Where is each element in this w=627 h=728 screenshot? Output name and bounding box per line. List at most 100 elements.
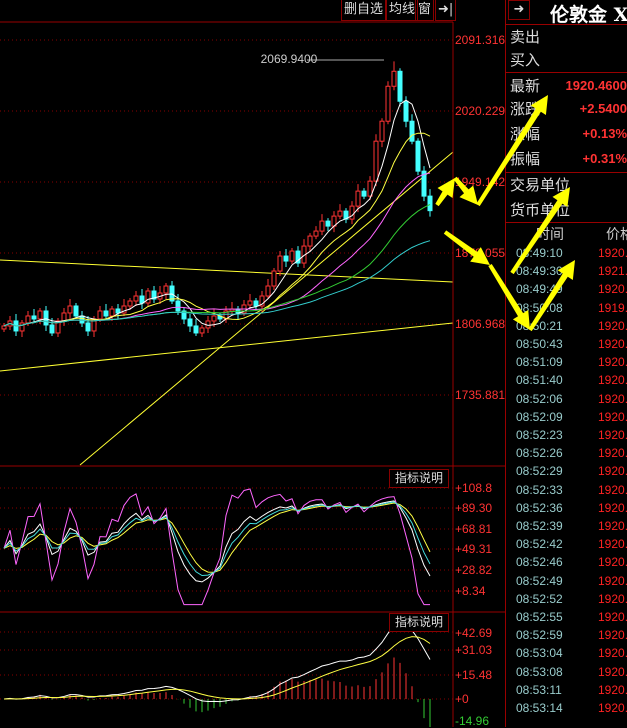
tick-price: 1920.4: [598, 282, 627, 297]
candle-up: [265, 285, 271, 297]
tick-price: 1920.4: [598, 482, 627, 497]
tick-time: 08:52:29: [516, 464, 563, 479]
candle-down: [409, 120, 415, 142]
col-price: 价格: [606, 227, 627, 243]
moving-averages: [3, 99, 431, 327]
pct-value: +0.13%: [582, 126, 627, 141]
candle-down: [139, 295, 145, 304]
remove-watchlist-button[interactable]: 删自选: [341, 0, 387, 21]
candle-down: [115, 308, 121, 314]
tick-price: 1920.5: [598, 246, 627, 260]
candle-up: [313, 230, 319, 237]
candle-down: [187, 318, 193, 327]
peak-label: 2069.9400: [261, 52, 318, 66]
candle-up: [247, 300, 253, 306]
tick-row: 08:51:09 1920.4: [516, 353, 627, 371]
macd-axis-label: +0: [455, 692, 469, 706]
ma-button[interactable]: 均线: [386, 0, 419, 21]
candle-down: [175, 300, 181, 312]
tick-time: 08:52:46: [516, 555, 563, 570]
tick-time: 08:52:23: [516, 428, 563, 442]
col-time: 时间: [536, 227, 564, 243]
tick-price: 1920.4: [598, 464, 627, 479]
tick-price: 1920.4: [598, 519, 627, 533]
tick-row: 08:52:36 1920.4: [516, 499, 627, 517]
candle-down: [361, 190, 367, 197]
candle-up: [355, 190, 361, 207]
latest-value: 1920.4600: [565, 78, 627, 93]
kdj-axis-label: +89.30: [455, 501, 493, 515]
trend-line: [0, 322, 454, 372]
candle-up: [67, 305, 73, 314]
trend-line: [0, 259, 454, 283]
tick-price: 1920.4: [598, 682, 627, 697]
kdj-axis-label: +108.8: [455, 481, 493, 495]
tick-time: 08:50:43: [516, 337, 563, 351]
tick-row: 08:52:49 1920.4: [516, 572, 627, 590]
trade-unit-label: 交易单位: [510, 176, 571, 194]
tick-row: 08:53:08 1920.4: [516, 663, 627, 681]
candle-up: [307, 235, 313, 247]
tick-row: 08:52:06 1920.3: [516, 390, 627, 408]
candle-down: [103, 310, 109, 317]
axis-label: 1949.142: [455, 175, 506, 189]
collapse-button[interactable]: ➜|: [435, 0, 457, 21]
kdj-axis-label: +8.34: [455, 584, 486, 598]
tick-time: 08:52:36: [516, 500, 563, 515]
tick-row: 08:52:59 1920.0: [516, 626, 627, 644]
candle-down: [283, 255, 289, 262]
candle-up: [1, 325, 7, 330]
collapse-panel-button[interactable]: ➜: [508, 0, 530, 20]
candle-up: [379, 120, 385, 142]
tick-price: 1920.4: [598, 701, 627, 715]
tick-price: 1920.4: [598, 664, 627, 679]
d-line: [3, 502, 431, 573]
tick-row: 08:52:26 1920.4: [516, 444, 627, 462]
candle-up: [145, 290, 151, 304]
tick-time: 08:52:39: [516, 519, 563, 533]
tick-price: 1920.4: [598, 555, 627, 570]
tick-time: 08:53:11: [516, 682, 562, 697]
tick-time: 08:53:14: [516, 701, 563, 715]
candle-up: [127, 300, 133, 307]
candle-up: [391, 70, 397, 87]
candle-down: [325, 220, 331, 227]
tick-time: 08:52:59: [516, 628, 563, 643]
candle-down: [253, 300, 259, 307]
arrow-right-bar-icon: ➜|: [438, 2, 454, 17]
tick-row: 08:52:55 1920.0: [516, 608, 627, 626]
candle-up: [37, 310, 43, 320]
tick-time: 08:49:10: [516, 246, 563, 260]
candle-down: [427, 195, 433, 212]
tick-price: 1920.4: [598, 446, 627, 461]
tick-price: 1920.0: [598, 646, 627, 661]
kdj-axis-label: +28.82: [455, 563, 493, 577]
candle-down: [397, 70, 403, 102]
candle-up: [271, 270, 277, 287]
window-button[interactable]: 窗: [415, 0, 435, 21]
tick-price: 1920.4: [598, 409, 627, 424]
tick-price: 1920.3: [598, 318, 627, 333]
macd-info-button[interactable]: 指标说明: [389, 613, 449, 632]
axis-label: 1735.881: [455, 388, 506, 402]
candle-down: [79, 315, 85, 324]
candle-up: [349, 205, 355, 220]
tick-price: 1920.0: [598, 610, 627, 624]
tick-time: 08:50:08: [516, 300, 563, 315]
candle-up: [385, 85, 391, 122]
candle-up: [25, 315, 31, 324]
kdj-axis-label: +68.81: [455, 522, 493, 536]
candle-down: [43, 310, 49, 326]
tick-row: 08:50:21 1920.3: [516, 317, 627, 335]
candle-down: [415, 140, 421, 172]
tick-row: 08:52:33 1920.4: [516, 481, 627, 499]
kdj-info-button[interactable]: 指标说明: [389, 469, 449, 488]
tick-row: 08:53:14 1920.4: [516, 699, 627, 717]
macd-axis-label: -14.96: [455, 714, 490, 728]
j-line: [3, 488, 430, 606]
currency-unit-label: 货币单位: [510, 201, 571, 219]
kdj-axis-label: +49.31: [455, 542, 493, 556]
candle-up: [337, 210, 343, 217]
latest-label: 最新: [510, 77, 541, 95]
tick-row: 08:53:04 1920.0: [516, 644, 627, 662]
